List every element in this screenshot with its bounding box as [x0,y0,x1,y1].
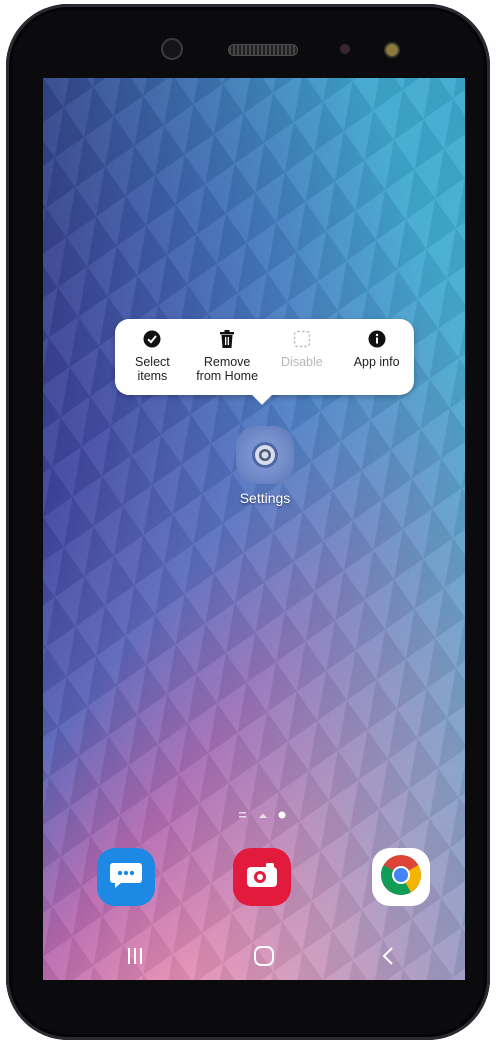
home-icon [254,946,274,966]
settings-gear-icon [236,426,294,484]
home-dot [259,813,267,818]
menu-indicator [239,812,246,818]
chrome-app[interactable] [372,848,430,906]
earpiece-speaker [228,44,298,56]
back-button[interactable] [368,940,408,972]
front-camera [161,38,183,60]
wallpaper [43,78,465,980]
recents-button[interactable] [115,940,155,972]
messages-app[interactable] [97,848,155,906]
chrome-icon [380,854,422,901]
sensor [340,44,350,54]
recents-icon [128,948,142,964]
settings-label: Settings [239,490,291,506]
select-items-button[interactable]: Select items [115,319,190,395]
back-icon [382,947,393,965]
app-context-menu: Select items Remove from Home Disable Ap… [115,319,414,395]
info-icon [367,329,387,349]
front-flash [384,42,400,58]
remove-from-home-button[interactable]: Remove from Home [190,319,265,395]
page-dot-active [278,811,286,819]
camera-icon [246,862,278,893]
settings-app[interactable]: Settings [233,426,297,506]
phone-frame: Select items Remove from Home Disable Ap… [6,4,490,1040]
app-info-button[interactable]: App info [339,319,414,395]
trash-icon [217,329,237,349]
check-circle-icon [142,329,162,349]
disable-label: Disable [281,355,323,369]
remove-from-home-label: Remove from Home [196,355,259,383]
page-indicator[interactable] [233,808,293,820]
home-screen: Select items Remove from Home Disable Ap… [43,78,465,980]
select-items-label: Select items [135,355,170,383]
app-info-label: App info [353,355,400,369]
dashed-square-icon [292,329,312,349]
home-button[interactable] [244,940,284,972]
messages-icon [109,860,143,895]
disable-button[interactable]: Disable [265,319,340,395]
navigation-bar [43,930,465,980]
camera-app[interactable] [233,848,291,906]
